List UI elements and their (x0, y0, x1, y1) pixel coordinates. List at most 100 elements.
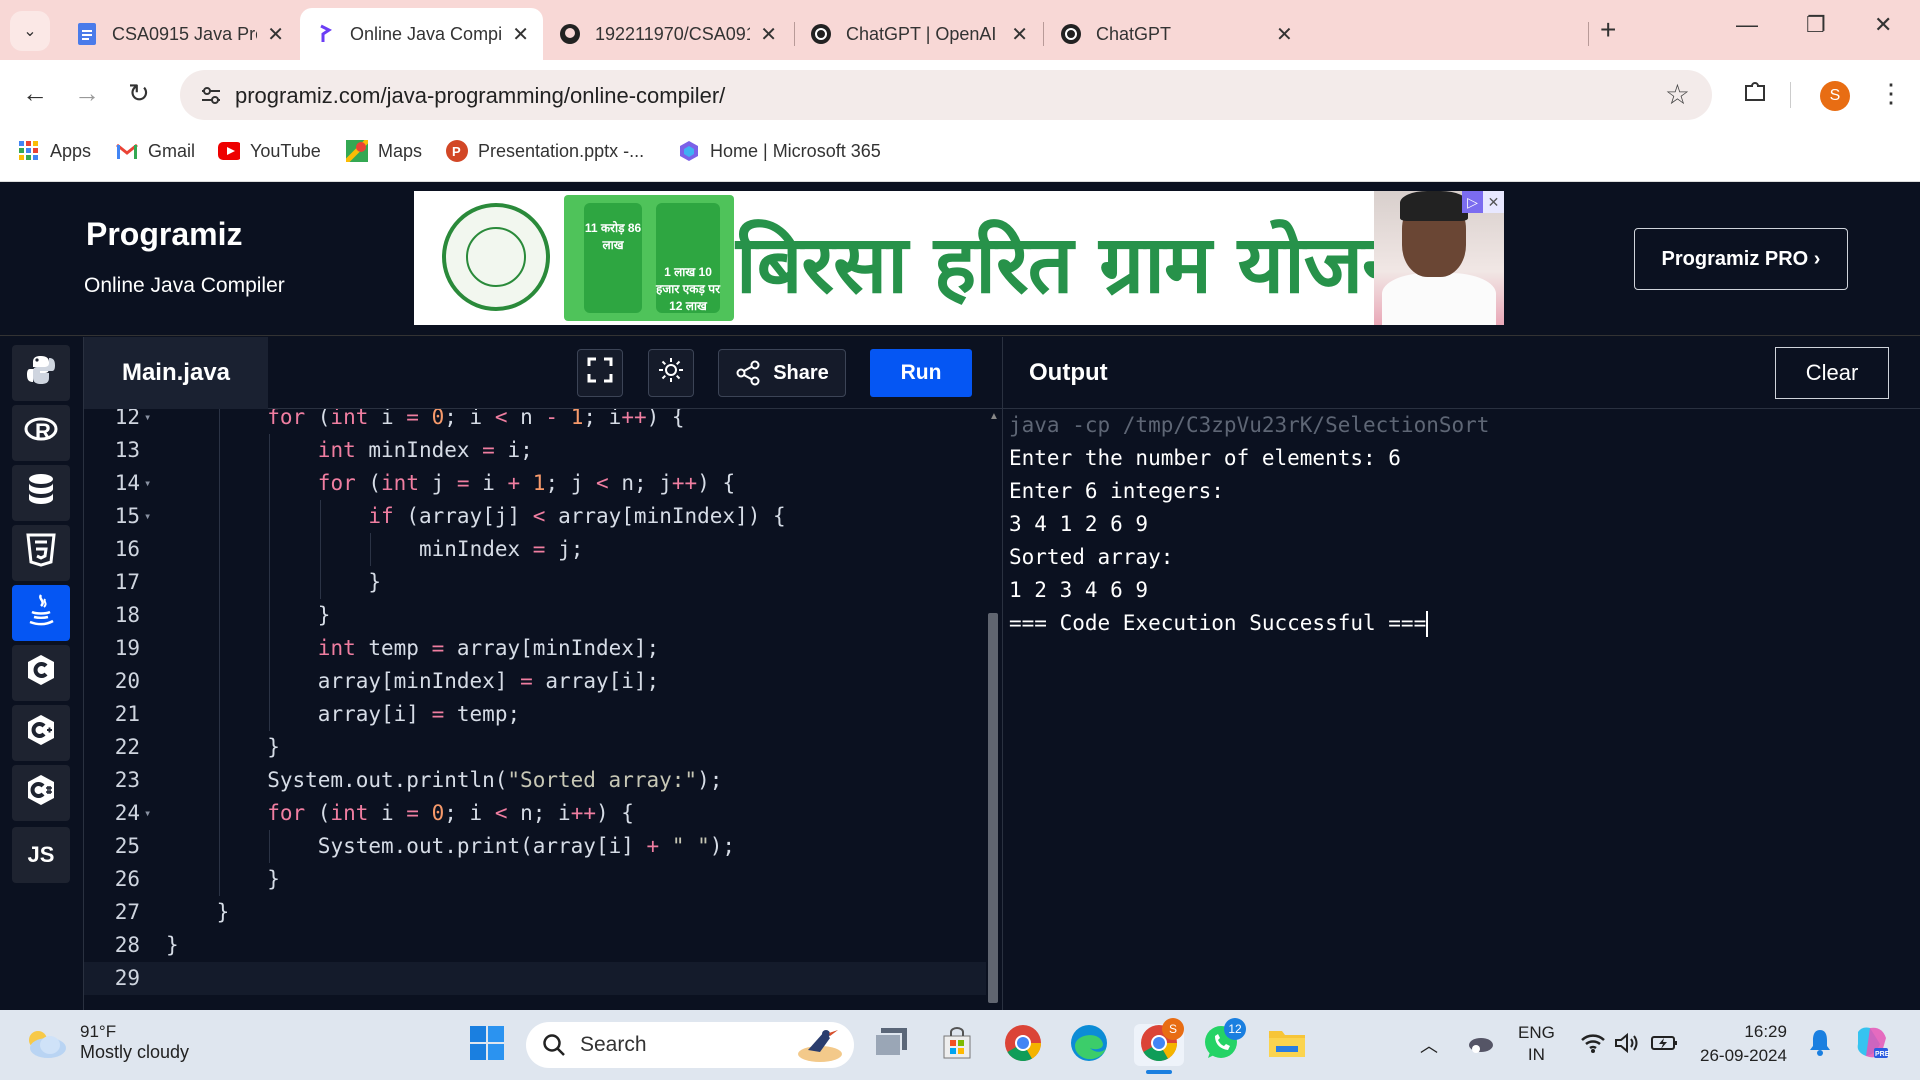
task-view-button[interactable] (870, 1024, 912, 1066)
code-line[interactable]: 19 int temp = array[minIndex]; (84, 632, 986, 665)
site-info-icon[interactable] (198, 82, 224, 108)
volume-icon[interactable] (1614, 1032, 1640, 1059)
close-tab-icon[interactable]: ✕ (760, 22, 777, 47)
ad-close-icon[interactable]: ✕ (1483, 191, 1504, 213)
tab-search-button[interactable]: ⌄ (10, 11, 50, 51)
run-button[interactable]: Run (870, 349, 972, 397)
input-language[interactable]: ENG IN (1518, 1022, 1555, 1066)
scroll-up-icon[interactable]: ▲ (989, 411, 999, 422)
code-line[interactable]: 13 int minIndex = i; (84, 434, 986, 467)
profile-avatar[interactable]: S (1820, 81, 1850, 111)
microsoft-store-button[interactable] (936, 1024, 978, 1066)
onedrive-icon[interactable] (1466, 1032, 1494, 1059)
battery-icon[interactable] (1650, 1032, 1678, 1059)
tab-chatgpt-openai[interactable]: ChatGPT | OpenAI ✕ (796, 8, 1042, 60)
whatsapp-button[interactable]: 12 (1200, 1018, 1246, 1066)
system-clock[interactable]: 16:29 26-09-2024 (1700, 1020, 1787, 1068)
code-editor[interactable]: 12 ▾ for (int i = 0; i < n - 1; i++) {13 in… (84, 409, 986, 1010)
lang-javascript[interactable]: JS (12, 827, 70, 883)
programiz-pro-button[interactable]: Programiz PRO › (1634, 228, 1848, 290)
bookmark-maps[interactable]: Maps (346, 140, 422, 162)
ad-info-icon[interactable]: ▷ (1462, 191, 1483, 213)
extensions-icon[interactable] (1742, 78, 1768, 111)
scrollbar-thumb[interactable] (988, 613, 998, 1003)
code-line[interactable]: 23 System.out.println("Sorted array:"); (84, 764, 986, 797)
bookmark-youtube[interactable]: YouTube (218, 140, 321, 162)
close-tab-icon[interactable]: ✕ (267, 22, 284, 47)
minimize-icon[interactable]: — (1736, 12, 1758, 38)
code-line[interactable]: 12 ▾ for (int i = 0; i < n - 1; i++) { (84, 409, 986, 434)
lang-html[interactable] (12, 525, 70, 581)
chrome-button[interactable] (1002, 1024, 1044, 1066)
lang-cpp[interactable] (12, 705, 70, 761)
tab-online-java-compiler[interactable]: Online Java Compiler - Pr ✕ (300, 8, 543, 60)
file-explorer-button[interactable] (1266, 1024, 1308, 1066)
weather-widget[interactable]: 91°F Mostly cloudy (24, 1022, 189, 1063)
code-line[interactable]: 14 ▾ for (int j = i + 1; j < n; j++) { (84, 467, 986, 500)
code-line[interactable]: 26} (84, 863, 986, 896)
address-bar[interactable]: programiz.com/java-programming/online-co… (180, 70, 1712, 120)
share-button[interactable]: Share (718, 349, 846, 397)
fold-arrow-icon[interactable]: ▾ (144, 797, 151, 830)
code-line[interactable]: 29 (84, 962, 986, 995)
restore-icon[interactable]: ❐ (1806, 12, 1826, 38)
reload-icon[interactable]: ↻ (128, 78, 150, 109)
code-line[interactable]: 25 System.out.print(array[i] + " "); (84, 830, 986, 863)
close-tab-icon[interactable]: ✕ (1011, 22, 1028, 47)
code-line[interactable]: 24 ▾ for (int i = 0; i < n; i++) { (84, 797, 986, 830)
editor-scrollbar[interactable]: ▲ (986, 409, 1002, 1010)
code-line[interactable]: 22} (84, 731, 986, 764)
bookmark-star-icon[interactable]: ☆ (1665, 78, 1690, 111)
wifi-icon[interactable] (1580, 1032, 1606, 1059)
theme-toggle-button[interactable] (648, 349, 694, 397)
close-tab-icon[interactable]: ✕ (1276, 22, 1293, 47)
output-console[interactable]: java -cp /tmp/C3zpVu23rK/SelectionSort E… (1002, 409, 1920, 1010)
bookmark-presentation[interactable]: P Presentation.pptx -... (446, 140, 644, 162)
lang-python[interactable] (12, 345, 70, 401)
programiz-logo[interactable]: Programiz (86, 216, 242, 253)
lang-java[interactable] (12, 585, 70, 641)
ad-choices[interactable]: ▷ ✕ (1462, 191, 1504, 213)
lang-sql[interactable] (12, 465, 70, 521)
tab-csa0915-doc[interactable]: CSA0915 Java Programm ✕ (62, 8, 298, 60)
show-hidden-icons-chevron[interactable]: ︿ (1420, 1032, 1438, 1058)
code-line[interactable]: 20 array[minIndex] = array[i]; (84, 665, 986, 698)
forward-arrow-icon[interactable]: → (74, 78, 100, 109)
fullscreen-button[interactable] (577, 349, 623, 397)
lang-r[interactable]: R (12, 405, 70, 461)
file-tab-main-java[interactable]: Main.java (84, 337, 268, 409)
store-icon (940, 1026, 974, 1065)
code-line[interactable]: 17} (84, 566, 986, 599)
advertisement-banner[interactable]: 11 करोड़ 86 लाख 1 लाख 10 हजार एकड़ पर 12… (414, 191, 1504, 325)
tab-chatgpt[interactable]: ChatGPT ✕ (1046, 8, 1586, 60)
code-line[interactable]: 15 ▾ if (array[j] < array[minIndex]) { (84, 500, 986, 533)
code-line[interactable]: 27} (84, 896, 986, 929)
fold-arrow-icon[interactable]: ▾ (144, 409, 151, 434)
new-tab-button[interactable]: + (1600, 14, 1616, 46)
code-line[interactable]: 16 minIndex = j; (84, 533, 986, 566)
copilot-icon[interactable]: PRE (1852, 1024, 1890, 1067)
bookmark-gmail[interactable]: Gmail (116, 140, 195, 162)
tab-github-repo[interactable]: 192211970/CSA0915-Jav ✕ (545, 8, 791, 60)
code-line[interactable]: 28} (84, 929, 986, 962)
fold-arrow-icon[interactable]: ▾ (144, 467, 151, 500)
chrome-profile-button[interactable]: S (1134, 1018, 1184, 1074)
code-token: ; i (444, 409, 495, 429)
code-line[interactable]: 18} (84, 599, 986, 632)
fold-arrow-icon[interactable]: ▾ (144, 500, 151, 533)
lang-c[interactable] (12, 645, 70, 701)
bookmark-apps[interactable]: Apps (18, 140, 91, 162)
code-text: } (267, 863, 280, 896)
bookmark-microsoft365[interactable]: Home | Microsoft 365 (678, 140, 881, 162)
taskbar-search[interactable]: Search (526, 1022, 854, 1068)
close-window-icon[interactable]: ✕ (1874, 12, 1892, 38)
notification-bell-icon[interactable] (1808, 1028, 1832, 1061)
back-arrow-icon[interactable]: ← (22, 78, 48, 109)
more-menu-icon[interactable]: ⋮ (1878, 78, 1904, 109)
code-line[interactable]: 21 array[i] = temp; (84, 698, 986, 731)
start-button[interactable] (466, 1024, 508, 1066)
close-tab-icon[interactable]: ✕ (512, 22, 529, 47)
clear-button[interactable]: Clear (1775, 347, 1889, 399)
edge-button[interactable] (1068, 1024, 1110, 1066)
lang-csharp[interactable] (12, 765, 70, 821)
